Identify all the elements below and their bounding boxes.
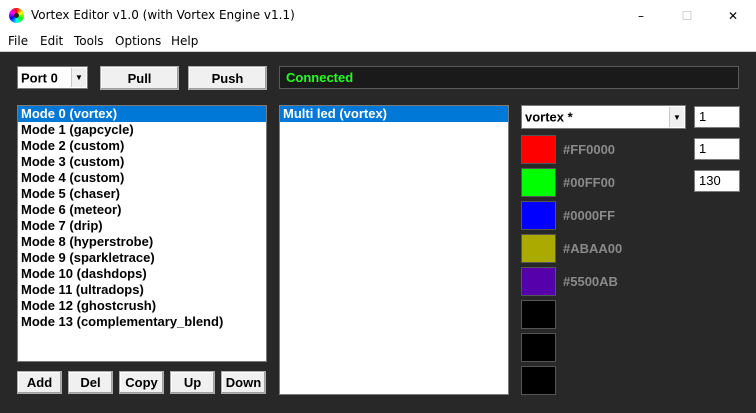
mode-list-item[interactable]: Mode 11 (ultradops)	[18, 282, 266, 298]
color-swatch[interactable]	[521, 300, 556, 329]
mode-list-item[interactable]: Mode 12 (ghostcrush)	[18, 298, 266, 314]
param-field-3[interactable]: 130	[694, 170, 740, 192]
mode-list-item[interactable]: Mode 6 (meteor)	[18, 202, 266, 218]
color-hex-label: #ABAA00	[563, 241, 623, 256]
chevron-down-icon[interactable]: ▼	[71, 68, 86, 87]
color-hex-label: #FF0000	[563, 142, 616, 157]
color-hex-label: #5500AB	[563, 274, 618, 289]
menu-tools[interactable]: Tools	[74, 34, 104, 48]
title-bar: Vortex Editor v1.0 (with Vortex Engine v…	[0, 0, 756, 31]
led-list-item[interactable]: Multi led (vortex)	[280, 106, 508, 122]
menu-help[interactable]: Help	[171, 34, 198, 48]
mode-list-item[interactable]: Mode 2 (custom)	[18, 138, 266, 154]
mode-list-item[interactable]: Mode 0 (vortex)	[18, 106, 266, 122]
menu-options[interactable]: Options	[115, 34, 161, 48]
color-swatch[interactable]	[521, 168, 556, 197]
port-select[interactable]: Port 0 ▼	[17, 66, 88, 89]
color-swatch[interactable]	[521, 135, 556, 164]
port-select-value: Port 0	[21, 70, 58, 85]
move-up-button[interactable]: Up	[170, 371, 215, 394]
color-swatch[interactable]	[521, 366, 556, 395]
app-logo-icon	[9, 8, 24, 23]
move-down-button[interactable]: Down	[221, 371, 266, 394]
led-list[interactable]: Multi led (vortex)	[279, 105, 509, 395]
window-title: Vortex Editor v1.0 (with Vortex Engine v…	[31, 8, 295, 22]
mode-list-item[interactable]: Mode 7 (drip)	[18, 218, 266, 234]
mode-list-item[interactable]: Mode 1 (gapcycle)	[18, 122, 266, 138]
color-swatch[interactable]	[521, 333, 556, 362]
menu-bar: File Edit Tools Options Help	[0, 31, 756, 51]
connection-status: Connected	[279, 66, 739, 89]
pattern-select[interactable]: vortex * ▼	[521, 105, 686, 129]
mode-list-item[interactable]: Mode 8 (hyperstrobe)	[18, 234, 266, 250]
menu-file[interactable]: File	[8, 34, 28, 48]
mode-list-item[interactable]: Mode 3 (custom)	[18, 154, 266, 170]
push-button[interactable]: Push	[188, 66, 267, 90]
chevron-down-icon[interactable]: ▼	[669, 107, 684, 127]
color-swatch[interactable]	[521, 267, 556, 296]
color-hex-label: #00FF00	[563, 175, 616, 190]
add-mode-button[interactable]: Add	[17, 371, 62, 394]
copy-mode-button[interactable]: Copy	[119, 371, 164, 394]
mode-list-item[interactable]: Mode 5 (chaser)	[18, 186, 266, 202]
color-swatch[interactable]	[521, 234, 556, 263]
color-swatch[interactable]	[521, 201, 556, 230]
pattern-select-value: vortex *	[525, 109, 573, 125]
param-field-1[interactable]: 1	[694, 106, 740, 128]
close-button[interactable]: ✕	[710, 0, 756, 31]
mode-list-item[interactable]: Mode 9 (sparkletrace)	[18, 250, 266, 266]
mode-list-item[interactable]: Mode 10 (dashdops)	[18, 266, 266, 282]
param-field-2[interactable]: 1	[694, 138, 740, 160]
mode-list[interactable]: Mode 0 (vortex) Mode 1 (gapcycle) Mode 2 (…	[17, 105, 267, 362]
menu-edit[interactable]: Edit	[40, 34, 63, 48]
pull-button[interactable]: Pull	[100, 66, 179, 90]
delete-mode-button[interactable]: Del	[68, 371, 113, 394]
minimize-button[interactable]: –	[618, 0, 664, 31]
color-hex-label: #0000FF	[563, 208, 616, 223]
mode-list-item[interactable]: Mode 13 (complementary_blend)	[18, 314, 266, 330]
mode-list-item[interactable]: Mode 4 (custom)	[18, 170, 266, 186]
maximize-button[interactable]: ☐	[664, 0, 710, 31]
